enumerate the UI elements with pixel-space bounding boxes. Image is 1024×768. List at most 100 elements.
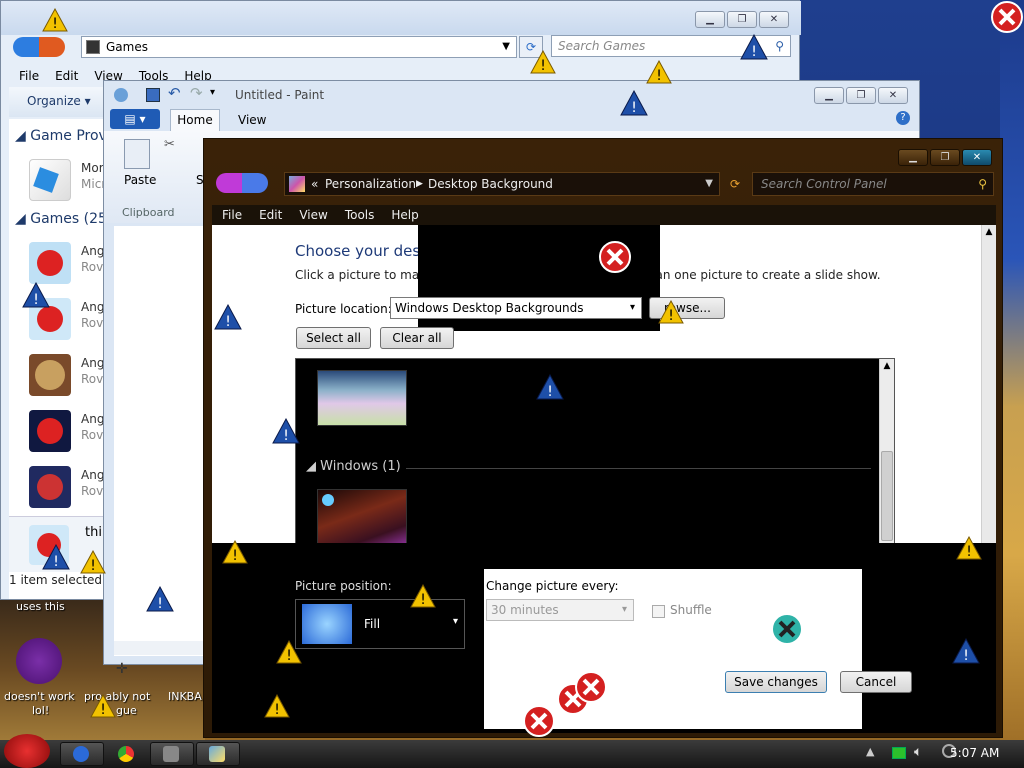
- warning-icon: !: [646, 60, 672, 84]
- thumbnails-scrollbar[interactable]: ▲ ▼: [879, 359, 894, 567]
- picture-position-select[interactable]: Fill ▾: [295, 599, 465, 649]
- clock[interactable]: 5:07 AM: [950, 746, 999, 760]
- menu-edit[interactable]: Edit: [55, 69, 78, 83]
- personalization-icon: [289, 176, 305, 192]
- quick-access-dropdown-icon[interactable]: ▾: [210, 87, 215, 98]
- taskbar-explorer-button[interactable]: [60, 742, 104, 766]
- close-icon[interactable]: ✕: [878, 87, 908, 104]
- details-game-name: thi: [85, 525, 102, 540]
- list-item[interactable]: Mor Micr: [11, 159, 106, 209]
- scroll-thumb[interactable]: [881, 451, 893, 541]
- desktop-label-doesnt-work[interactable]: doesn't work: [4, 690, 75, 703]
- cancel-label: Cancel: [855, 675, 897, 689]
- paint-hscroll[interactable]: [114, 641, 209, 655]
- picture-location-select[interactable]: Windows Desktop Backgrounds ▾: [390, 297, 642, 319]
- svg-text:!: !: [157, 596, 163, 612]
- breadcrumb-overflow[interactable]: «: [311, 173, 318, 195]
- tab-home[interactable]: Home: [170, 109, 220, 131]
- clear-all-button[interactable]: Clear all: [380, 327, 454, 349]
- shuffle-checkbox[interactable]: [652, 605, 665, 618]
- desktop-label-lol[interactable]: lol!: [32, 704, 49, 717]
- warning-icon: !: [80, 550, 106, 574]
- breadcrumb-desktop-background[interactable]: Desktop Background: [428, 173, 553, 195]
- error-icon: [523, 705, 555, 737]
- back-forward-buttons[interactable]: [216, 173, 268, 193]
- warning-icon: !: [658, 300, 684, 324]
- menu-view[interactable]: View: [299, 205, 327, 225]
- desktop-label-gue[interactable]: gue: [116, 704, 137, 717]
- tab-view[interactable]: View: [238, 113, 266, 127]
- info-icon: !: [740, 34, 768, 60]
- taskbar-games-button[interactable]: [150, 742, 194, 766]
- redo-icon[interactable]: ↷: [190, 84, 203, 102]
- list-item[interactable]: Ang Rovi: [11, 354, 107, 404]
- refresh-icon[interactable]: ⟳: [724, 173, 746, 195]
- paint-menu-button[interactable]: ▤ ▾: [110, 109, 160, 129]
- chevron-down-icon[interactable]: ▼: [705, 173, 713, 195]
- organize-button[interactable]: Organize ▾: [27, 94, 91, 108]
- list-item[interactable]: Ang Rovi: [11, 466, 107, 516]
- close-icon[interactable]: ✕: [962, 149, 992, 166]
- search-icon[interactable]: ⚲: [978, 173, 987, 195]
- undo-icon[interactable]: ↶: [168, 84, 181, 102]
- minimize-icon[interactable]: ▁: [695, 11, 725, 28]
- tray-expand-icon[interactable]: ▲: [866, 745, 874, 758]
- game-name: Mor: [81, 161, 104, 175]
- back-forward-buttons[interactable]: [13, 37, 65, 57]
- chevron-down-icon[interactable]: ▾: [622, 600, 627, 620]
- scroll-up-icon[interactable]: ▲: [982, 227, 996, 237]
- error-icon: [991, 1, 1023, 33]
- menu-edit[interactable]: Edit: [259, 205, 282, 225]
- list-item[interactable]: Ang Rovi: [11, 410, 107, 460]
- svg-text:!: !: [286, 648, 292, 664]
- taskbar-paint-button[interactable]: [196, 742, 240, 766]
- minimize-icon[interactable]: ▁: [814, 87, 844, 104]
- volume-icon[interactable]: 🔈︎: [914, 744, 922, 760]
- network-icon[interactable]: [892, 747, 906, 759]
- change-every-select[interactable]: 30 minutes ▾: [486, 599, 634, 621]
- maximize-icon[interactable]: ❐: [727, 11, 757, 28]
- paste-button[interactable]: Paste: [124, 173, 156, 187]
- cp-search-input[interactable]: Search Control Panel ⚲: [752, 172, 994, 196]
- menu-tools[interactable]: Tools: [345, 205, 375, 225]
- save-changes-button[interactable]: Save changes: [725, 671, 827, 693]
- select-all-button[interactable]: Select all: [296, 327, 371, 349]
- cp-scrollbar[interactable]: ▲: [981, 225, 996, 543]
- warning-icon: !: [956, 536, 982, 560]
- start-button[interactable]: [4, 734, 50, 768]
- help-icon[interactable]: ?: [896, 111, 910, 125]
- save-icon[interactable]: [146, 88, 160, 102]
- selected-check-icon[interactable]: [322, 494, 334, 506]
- games-search-placeholder: Search Games: [558, 39, 646, 53]
- move-cursor-icon: ✛: [116, 661, 128, 677]
- close-icon[interactable]: ✕: [759, 11, 789, 28]
- yahoo-messenger-icon[interactable]: [16, 638, 62, 684]
- svg-text:!: !: [963, 648, 969, 664]
- minimize-icon[interactable]: ▁: [898, 149, 928, 166]
- chevron-down-icon[interactable]: ▼: [502, 37, 510, 57]
- warning-icon: !: [410, 584, 436, 608]
- wallpaper-thumbnail[interactable]: [317, 370, 407, 426]
- taskbar-chrome-button[interactable]: [112, 742, 140, 766]
- windows-group-header[interactable]: ◢ Windows (1): [306, 459, 401, 474]
- svg-text:!: !: [90, 558, 96, 574]
- maximize-icon[interactable]: ❐: [930, 149, 960, 166]
- menu-help[interactable]: Help: [391, 205, 418, 225]
- section-games[interactable]: ◢ Games (25): [15, 211, 112, 227]
- desktop-label-inkba[interactable]: INKBA: [168, 690, 202, 703]
- scroll-up-icon[interactable]: ▲: [880, 361, 894, 371]
- info-icon: !: [620, 90, 648, 116]
- breadcrumb-personalization[interactable]: Personalization: [325, 173, 416, 195]
- clear-all-label: Clear all: [392, 331, 442, 345]
- cut-icon[interactable]: ✂: [164, 137, 175, 152]
- menu-file[interactable]: File: [222, 205, 242, 225]
- maximize-icon[interactable]: ❐: [846, 87, 876, 104]
- menu-file[interactable]: File: [19, 69, 39, 83]
- chevron-down-icon[interactable]: ▾: [630, 298, 635, 318]
- section-game-providers[interactable]: ◢ Game Prov: [15, 128, 107, 144]
- cp-address-bar[interactable]: « Personalization ▶ Desktop Background ▼: [284, 172, 720, 196]
- games-address-bar[interactable]: Games ▼: [81, 36, 517, 58]
- cancel-button[interactable]: Cancel: [840, 671, 912, 693]
- chevron-down-icon[interactable]: ▾: [453, 616, 458, 627]
- search-icon[interactable]: ⚲: [775, 36, 784, 56]
